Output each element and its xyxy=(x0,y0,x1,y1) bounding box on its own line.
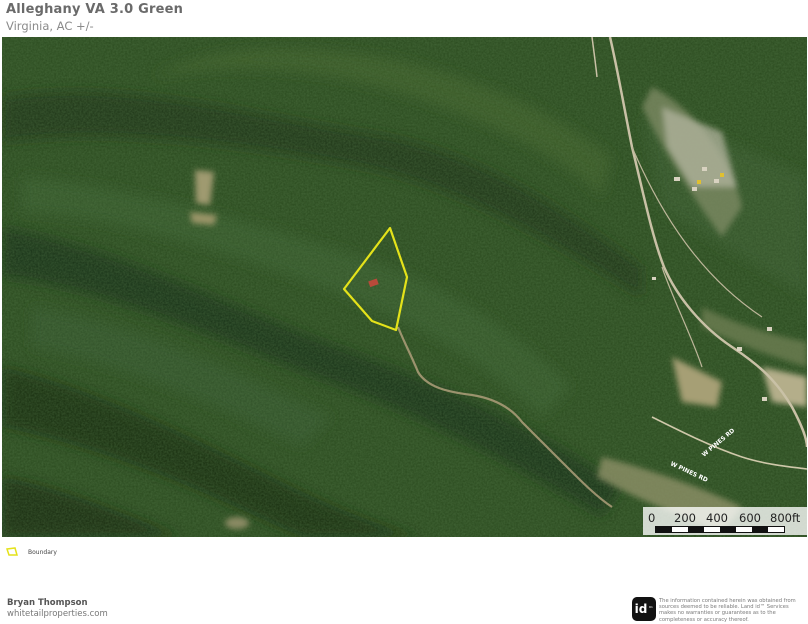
logo-trademark: ™ xyxy=(648,606,654,612)
legend-label-boundary: Boundary xyxy=(28,548,57,556)
map-title: Alleghany VA 3.0 Green xyxy=(6,2,184,17)
logo-text: id xyxy=(634,602,648,616)
scale-tick-0: 0 xyxy=(648,511,656,525)
map-subtitle: Virginia, AC +/- xyxy=(6,19,94,33)
satellite-map[interactable]: W PINES RD W PINES RD 0 200 400 600 800f… xyxy=(2,37,807,537)
scale-tick-800: 800ft xyxy=(770,511,801,525)
scale-tick-400: 400 xyxy=(706,511,728,525)
scale-tick-200: 200 xyxy=(674,511,696,525)
map-imagery: W PINES RD W PINES RD xyxy=(2,37,807,537)
agent-name: Bryan Thompson xyxy=(7,598,88,608)
boundary-legend-icon xyxy=(6,547,18,556)
map-legend: Boundary xyxy=(6,547,57,557)
scale-bar-graphic xyxy=(655,526,785,533)
scale-bar: 0 200 400 600 800ft xyxy=(643,507,807,535)
scale-tick-600: 600 xyxy=(739,511,761,525)
land-id-logo: id ™ xyxy=(632,597,656,621)
disclaimer-text: The information contained herein was obt… xyxy=(659,598,796,623)
agent-website[interactable]: whitetailproperties.com xyxy=(7,609,108,619)
